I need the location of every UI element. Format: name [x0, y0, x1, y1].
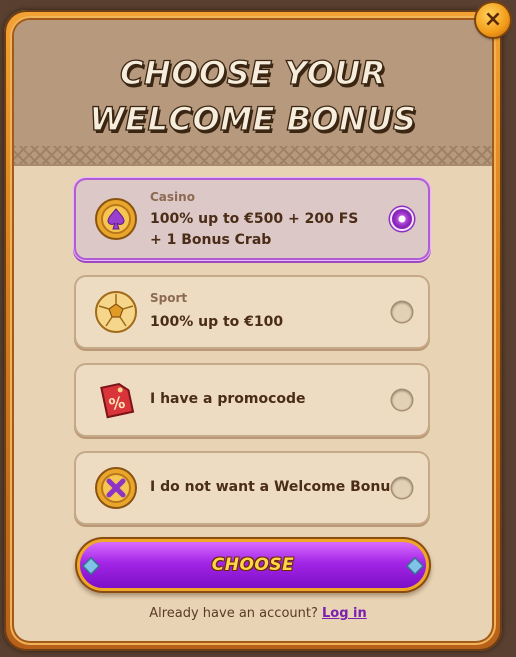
spade-coin-icon: [95, 198, 137, 240]
login-prompt: Already have an account? Log in: [0, 606, 516, 621]
option-label: I have a promocode: [150, 391, 306, 407]
choose-button[interactable]: Choose: [80, 542, 426, 588]
modal-title: Choose your Welcome Bonus: [89, 53, 417, 138]
option-label: 100% up to €100: [150, 314, 284, 330]
option-radio[interactable]: [392, 390, 412, 410]
choose-button-label: Choose: [211, 555, 295, 575]
header-divider: [14, 146, 492, 166]
bonus-option-sport[interactable]: Sport 100% up to €100: [76, 277, 428, 347]
login-link[interactable]: Log in: [322, 606, 367, 621]
option-label: 100% up to €500 + 200 FS + 1 Bonus Crab: [150, 211, 359, 248]
gem-decoration-icon: [83, 558, 99, 574]
bonus-option-none[interactable]: I do not want a Welcome Bonus: [76, 453, 428, 523]
close-icon: ×: [483, 7, 503, 32]
x-coin-icon: [95, 467, 137, 509]
option-radio-selected[interactable]: [392, 209, 412, 229]
percent-tag-icon: %: [100, 382, 135, 419]
bonus-option-casino[interactable]: Casino 100% up to €500 + 200 FS + 1 Bonu…: [76, 180, 428, 258]
gem-decoration-icon: [407, 558, 423, 574]
close-button[interactable]: ×: [476, 3, 510, 37]
option-radio[interactable]: [392, 302, 412, 322]
option-tag: Sport: [150, 291, 188, 305]
bonus-option-promocode[interactable]: % I have a promocode: [76, 365, 428, 435]
option-label: I do not want a Welcome Bonus: [150, 479, 399, 495]
login-prompt-text: Already have an account?: [149, 606, 318, 621]
option-tag: Casino: [150, 190, 195, 204]
soccer-ball-icon: [95, 291, 137, 333]
option-radio[interactable]: [392, 478, 412, 498]
